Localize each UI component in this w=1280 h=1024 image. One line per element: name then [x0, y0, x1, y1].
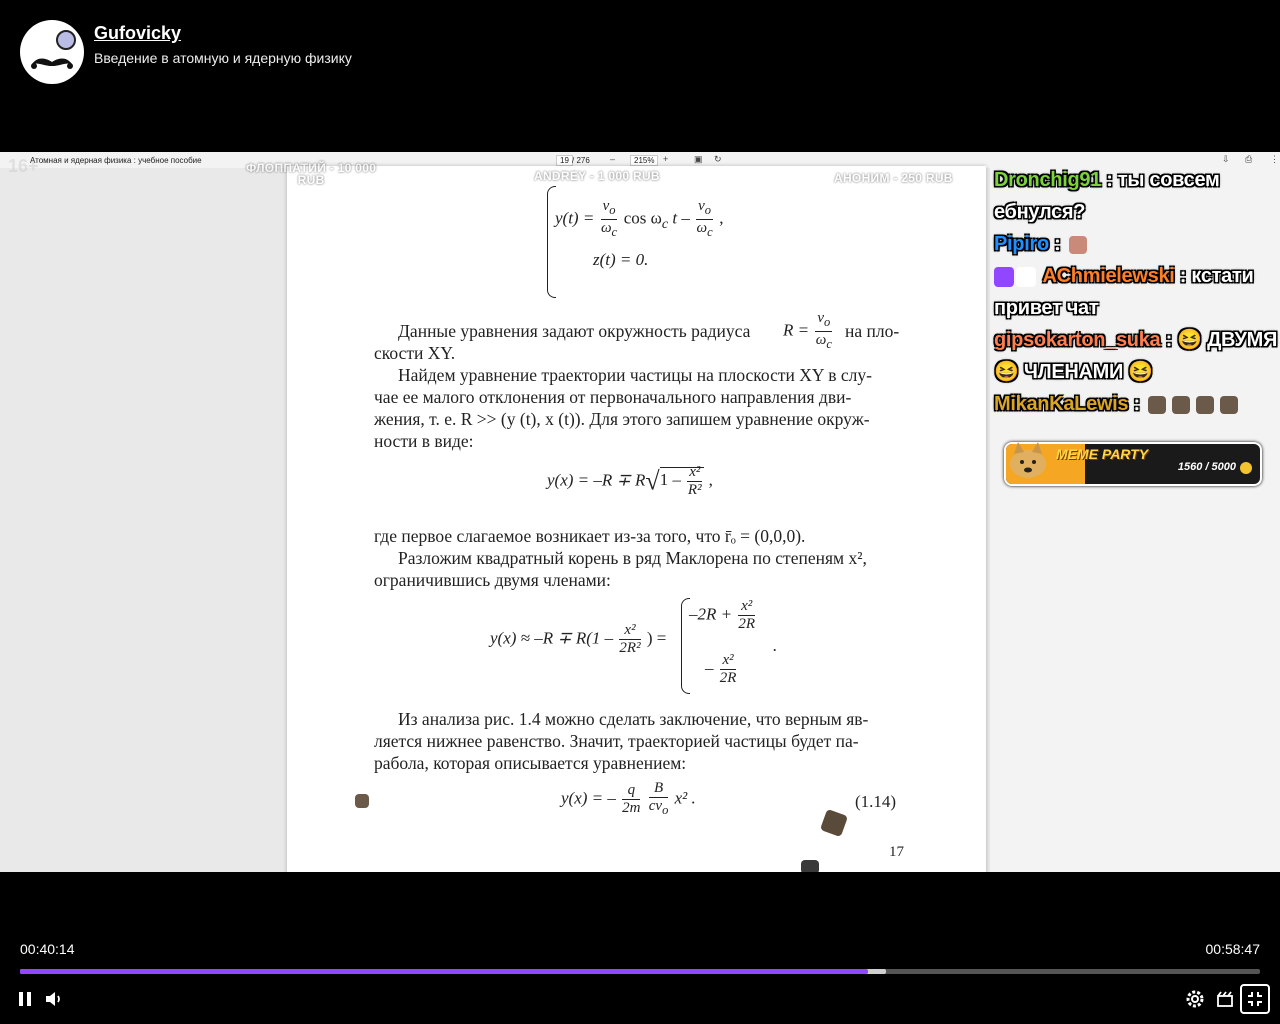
- doge-icon: [1010, 442, 1046, 478]
- age-rating: 16+: [8, 156, 39, 176]
- paragraph-4-line2: ограничившись двумя членами:: [374, 570, 611, 590]
- pdf-page-total: / 276: [572, 156, 590, 165]
- chat-username: Pipiro: [994, 233, 1049, 255]
- played-bar: [20, 969, 869, 974]
- coin-icon: [1240, 462, 1252, 474]
- radius-formula: R = vo ωc: [783, 310, 833, 351]
- paragraph-1: Данные уравнения задают окружность радиу…: [398, 321, 751, 341]
- case-1: –2R + x² 2R: [689, 598, 756, 632]
- pdf-page-input: 19: [556, 155, 573, 166]
- equation-circle: y(x) = –R ∓ R√1 – x² R² ,: [547, 464, 713, 498]
- paragraph-3: где первое слагаемое возникает из-за тог…: [374, 526, 806, 546]
- channel-header: Gufovicky Введение в атомную и ядерную ф…: [0, 0, 1280, 152]
- chat-overlay: Dronchig91 : ты совсем ебнулся? Pipiro :…: [994, 164, 1280, 420]
- equation-parabola: y(x) = – q 2m Bcvo x² .: [561, 780, 696, 817]
- zoom-out-icon: –: [610, 154, 616, 164]
- chat-message: AChmielewski : кстати привет чат: [994, 260, 1280, 324]
- equation-y: y(t) = vo ωc cos ωc t – vo ωc ,: [555, 198, 724, 239]
- paragraph-4-line1: Разложим квадратный корень в ряд Маклоре…: [398, 548, 867, 568]
- duration: 00:58:47: [1205, 941, 1261, 957]
- paragraph-1-end: на пло-: [845, 321, 900, 341]
- chat-text: :: [1048, 233, 1066, 255]
- floating-emote: [801, 860, 819, 872]
- paragraph-2-line4: ности в виде:: [374, 431, 474, 451]
- chat-message: Dronchig91 : ты совсем ебнулся?: [994, 164, 1280, 228]
- prime-badge-icon: [1016, 266, 1036, 287]
- paragraph-2-line2: чае ее малого отклонения от первоначальн…: [374, 387, 852, 407]
- paragraph-2-line1: Найдем уравнение траектории частицы на п…: [398, 365, 872, 385]
- current-time: 00:40:14: [20, 941, 75, 957]
- paragraph-5-line2: ляется нижнее равенство. Значит, траекто…: [374, 731, 859, 751]
- seek-bar[interactable]: [20, 969, 1260, 974]
- paragraph-1-line2: скости XY.: [374, 343, 456, 363]
- emote-icon: [1220, 395, 1239, 414]
- equation-expansion: y(x) ≈ –R ∓ R(1 – x² 2R² ) =: [490, 622, 667, 656]
- chat-username: Dronchig91: [994, 169, 1102, 191]
- subscriber-badge-icon: [994, 266, 1014, 287]
- volume-icon[interactable]: [42, 987, 66, 1011]
- chat-username: gipsokarton_suka: [994, 329, 1161, 351]
- emote-icon: [1148, 395, 1167, 414]
- paragraph-5-line1: Из анализа рис. 1.4 можно сделать заключ…: [398, 709, 869, 729]
- video-frame[interactable]: Атомная и ядерная физика : учебное пособ…: [0, 152, 1280, 872]
- chat-message: Pipiro :: [994, 228, 1280, 260]
- channel-name[interactable]: Gufovicky: [94, 23, 181, 44]
- video-title: Введение в атомную и ядерную физику: [94, 50, 352, 66]
- donation-2: ANDREY - 1 000 RUB: [534, 169, 660, 183]
- mustache-monocle-icon: [31, 30, 76, 69]
- pdf-page: y(t) = vo ωc cos ωc t – vo ωc , z(t) = 0. …: [287, 166, 986, 872]
- case-2: – x² 2R: [705, 652, 737, 686]
- clip-icon[interactable]: [1213, 987, 1237, 1011]
- donation-1: ФЛОППАТИЙ - 10 000 RUB: [246, 161, 377, 187]
- paragraph-2-line3: жения, т. е. R >> (y (t), x (t)). Для эт…: [374, 409, 870, 429]
- fit-page-icon: ▣: [694, 154, 703, 164]
- chat-username: MikanKaLewis: [994, 393, 1129, 415]
- emote-icon: [1068, 235, 1087, 254]
- exit-fullscreen-icon: [1248, 992, 1262, 1006]
- pause-icon[interactable]: [14, 987, 38, 1011]
- chat-text: :: [1128, 393, 1146, 415]
- chat-message: MikanKaLewis :: [994, 388, 1280, 420]
- zoom-in-icon: +: [663, 154, 669, 164]
- floating-emote: [355, 794, 369, 808]
- chat-message: gipsokarton_suka : 😆 ДВУМЯ 😆 ЧЛЕНАМИ 😆: [994, 324, 1280, 388]
- rotate-icon: ↻: [714, 154, 722, 164]
- donation-3: АНОНИМ - 250 RUB: [834, 171, 953, 185]
- goal-count: 1560 / 5000: [1177, 461, 1236, 473]
- equation-z: z(t) = 0.: [593, 250, 649, 269]
- page-number: 17: [889, 844, 904, 860]
- emote-icon: [1196, 395, 1215, 414]
- equation-number: (1.14): [855, 792, 897, 811]
- channel-avatar[interactable]: [20, 20, 84, 84]
- exit-fullscreen-button[interactable]: [1240, 984, 1270, 1014]
- pdf-zoom: 215%: [630, 155, 659, 166]
- chat-username: AChmielewski: [1042, 265, 1175, 287]
- paragraph-5-line3: рабола, которая описывается уравнением:: [374, 753, 687, 773]
- settings-gear-icon[interactable]: [1183, 987, 1207, 1011]
- pdf-doc-title: Атомная и ядерная физика : учебное пособ…: [30, 156, 202, 165]
- case-end: .: [773, 636, 778, 655]
- goal-label: MEME PARTY: [1056, 446, 1149, 462]
- emote-icon: [1172, 395, 1191, 414]
